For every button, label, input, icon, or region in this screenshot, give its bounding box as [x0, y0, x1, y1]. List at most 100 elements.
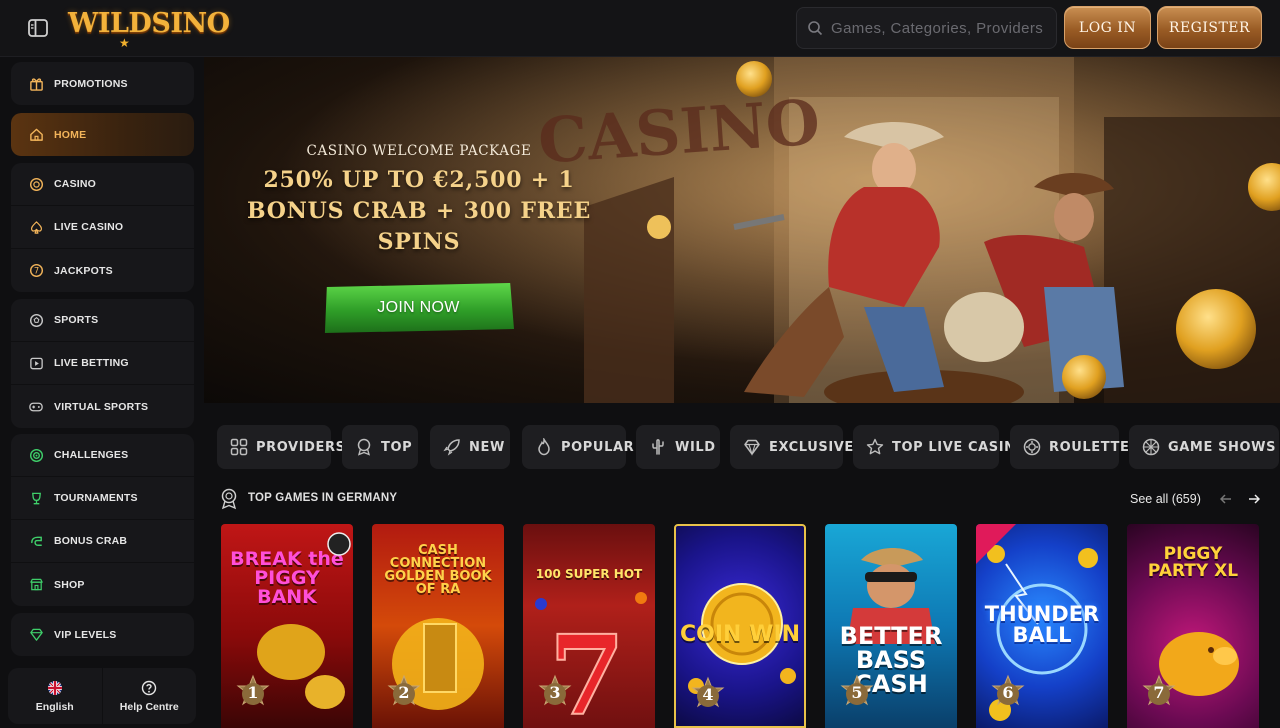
game-tile[interactable]: CASH CONNECTION GOLDEN BOOK OF RA 2 [372, 524, 504, 728]
help-centre-link[interactable]: Help Centre [101, 668, 197, 724]
game-tile[interactable]: THUNDER BALL 6 [976, 524, 1108, 728]
target-icon [28, 447, 44, 463]
sidebar-item-label: LIVE CASINO [54, 221, 124, 233]
category-roulette[interactable]: ROULETTE [1010, 425, 1129, 469]
category-label: GAME SHOWS [1168, 439, 1277, 455]
sidebar-group-casino: CASINO LIVE CASINO 7 JACKPOTS [11, 163, 194, 292]
sidebar: PROMOTIONS HOME CASINO LIVE CASINO 7 JAC… [0, 57, 204, 728]
sidebar-item-live-betting[interactable]: LIVE BETTING [11, 342, 194, 385]
sidebar-item-label: PROMOTIONS [54, 77, 128, 90]
sidebar-item-home[interactable]: HOME [11, 113, 194, 156]
roulette-icon [1023, 437, 1041, 457]
top-games-row: BREAK the PIGGY BANK 1 CASH CONNECTION G… [221, 524, 1280, 728]
category-providers[interactable]: PROVIDERS [217, 425, 345, 469]
category-top[interactable]: TOP [342, 425, 418, 469]
crab-icon [28, 533, 44, 549]
rank-badge: 3 [535, 674, 575, 714]
flame-icon [535, 437, 553, 457]
sidebar-group-challenges: CHALLENGES TOURNAMENTS BONUS CRAB SHOP [11, 434, 194, 606]
gamepad-icon [28, 399, 44, 415]
sidebar-item-vip-levels[interactable]: VIP LEVELS [11, 613, 194, 656]
category-popular[interactable]: POPULAR [522, 425, 634, 469]
sidebar-item-casino[interactable]: CASINO [11, 163, 194, 206]
sidebar-item-virtual-sports[interactable]: VIRTUAL SPORTS [11, 385, 194, 428]
rank-badge: 4 [688, 676, 728, 716]
rank-number: 6 [1002, 683, 1014, 702]
sidebar-item-label: SHOP [54, 578, 85, 591]
sidebar-group-promotions: PROMOTIONS [11, 62, 194, 105]
rank-number: 4 [702, 685, 714, 704]
wildsino-logo[interactable]: WILDSINO ★ [68, 6, 230, 50]
award-icon [221, 488, 237, 510]
scroll-right-arrow-icon[interactable] [1242, 487, 1266, 511]
rank-number: 7 [1153, 683, 1165, 702]
register-button[interactable]: REGISTER [1157, 6, 1262, 49]
rank-number: 1 [247, 683, 259, 702]
join-now-button[interactable]: JOIN NOW [324, 283, 514, 333]
diamond-icon [743, 437, 761, 457]
search-input[interactable] [831, 19, 1051, 37]
section-title: TOP GAMES IN GERMANY [248, 492, 398, 504]
shop-icon [28, 577, 44, 593]
hero-text-block: CASINO WELCOME PACKAGE 250% UP TO €2,500… [244, 143, 594, 258]
sidebar-item-bonus-crab[interactable]: BONUS CRAB [11, 520, 194, 563]
sidebar-group-home: HOME [11, 113, 194, 156]
home-icon [28, 127, 44, 143]
chip-icon [28, 176, 44, 192]
sidebar-item-sports[interactable]: SPORTS [11, 299, 194, 342]
sidebar-item-promotions[interactable]: PROMOTIONS [11, 62, 194, 105]
gift-icon [28, 76, 44, 92]
category-label: WILD [675, 439, 716, 455]
sidebar-item-shop[interactable]: SHOP [11, 563, 194, 606]
uk-flag-icon [47, 680, 62, 695]
sidebar-item-label: HOME [54, 128, 87, 141]
spade-icon [28, 219, 44, 235]
sidebar-item-challenges[interactable]: CHALLENGES [11, 434, 194, 477]
sidebar-toggle-icon[interactable] [26, 17, 50, 39]
category-exclusive[interactable]: EXCLUSIVE [730, 425, 853, 469]
category-top-live-casino[interactable]: TOP LIVE CASINO [853, 425, 1027, 469]
sidebar-item-label: JACKPOTS [54, 264, 113, 277]
game-tile[interactable]: BREAK the PIGGY BANK 1 [221, 524, 353, 728]
rank-badge: 2 [384, 674, 424, 714]
help-label: Help Centre [119, 700, 179, 713]
game-tile[interactable]: 100 SUPER HOT 7 3 [523, 524, 655, 728]
hero-banner[interactable]: CASINO CASINO WELCOME PACKAGE 250% UP TO… [204, 57, 1280, 403]
category-label: EXCLUSIVE [769, 439, 854, 455]
sidebar-item-label: CHALLENGES [54, 449, 129, 461]
scroll-left-arrow-icon[interactable] [1214, 487, 1238, 511]
game-title: COIN WIN [680, 622, 800, 647]
language-selector[interactable]: English [8, 668, 102, 724]
diamond-icon [28, 627, 44, 643]
game-title: THUNDER BALL [984, 602, 1100, 647]
sidebar-group-sports: SPORTS LIVE BETTING VIRTUAL SPORTS [11, 299, 194, 428]
category-new[interactable]: NEW [430, 425, 510, 469]
rocket-icon [443, 437, 461, 457]
game-tile[interactable]: BETTER BASS CASH 5 [825, 524, 957, 728]
category-label: TOP [381, 439, 413, 455]
category-game-shows[interactable]: GAME SHOWS [1129, 425, 1279, 469]
sidebar-item-label: TOURNAMENTS [54, 492, 138, 504]
cactus-icon [649, 437, 667, 457]
sidebar-item-label: VIP LEVELS [54, 628, 117, 641]
sidebar-item-label: SPORTS [54, 314, 99, 326]
rank-badge: 6 [988, 674, 1028, 714]
game-tile[interactable]: PIGGY PARTY XL 7 [1127, 524, 1259, 728]
sidebar-item-jackpots[interactable]: 7 JACKPOTS [11, 249, 194, 292]
play-icon [28, 355, 44, 371]
login-button[interactable]: LOG IN [1064, 6, 1151, 49]
rank-number: 5 [851, 683, 863, 702]
see-all-link[interactable]: See all (659) [1130, 492, 1201, 506]
logo-star-icon: ★ [119, 36, 130, 50]
sidebar-item-label: BONUS CRAB [54, 535, 128, 547]
rank-number: 3 [549, 683, 561, 702]
category-wild[interactable]: WILD [636, 425, 720, 469]
game-tile[interactable]: COIN WIN 4 [674, 524, 806, 728]
star-icon [866, 437, 884, 457]
sidebar-item-tournaments[interactable]: TOURNAMENTS [11, 477, 194, 520]
grid-icon [230, 437, 248, 457]
sidebar-item-live-casino[interactable]: LIVE CASINO [11, 206, 194, 249]
top-games-header: TOP GAMES IN GERMANY See all (659) [217, 487, 1280, 511]
rank-badge: 1 [233, 674, 273, 714]
search-box[interactable] [796, 7, 1057, 49]
